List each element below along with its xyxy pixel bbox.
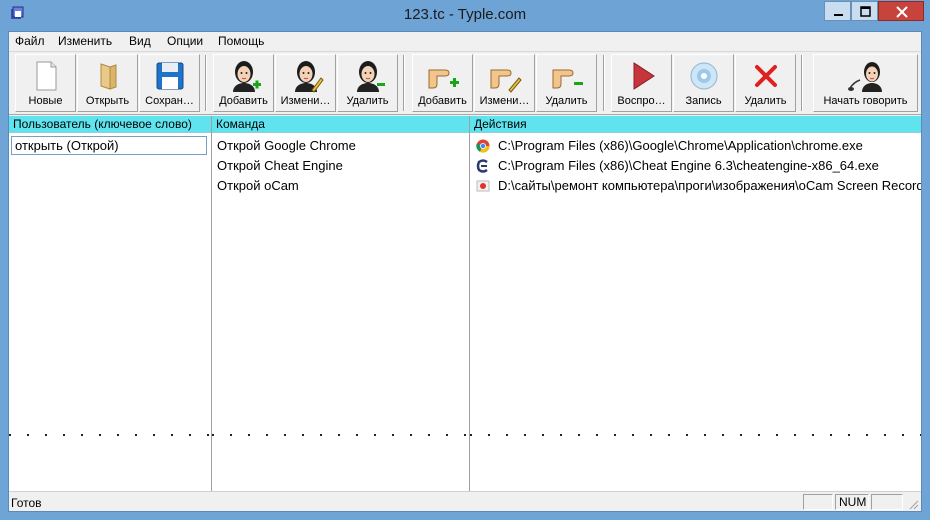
- action-item[interactable]: D:\сайты\ремонт компьютера\проги\изображ…: [470, 176, 921, 196]
- delete-record-label: Удалить: [744, 95, 787, 107]
- action-path: C:\Program Files (x86)\Google\Chrome\App…: [498, 138, 863, 153]
- pointing-hand-edit-icon: [490, 69, 522, 93]
- open-button[interactable]: Открыть: [77, 54, 138, 112]
- toolbar-separator: [403, 55, 405, 111]
- command-item[interactable]: Открой Google Chrome: [217, 136, 356, 156]
- play-button[interactable]: Воспро…: [611, 54, 672, 112]
- status-bar: Готов NUM: [9, 491, 921, 511]
- action-path: C:\Program Files (x86)\Cheat Engine 6.3\…: [498, 158, 879, 173]
- action-path: D:\сайты\ремонт компьютера\проги\изображ…: [498, 178, 921, 193]
- edit-user-icon: [294, 61, 324, 93]
- edit-command-button[interactable]: Измени…: [474, 54, 535, 112]
- resize-grip-icon[interactable]: [907, 498, 919, 510]
- new-file-icon: [36, 61, 56, 91]
- delete-user-label: Удалить: [346, 95, 389, 107]
- dotted-separator: [9, 434, 211, 436]
- add-user-button[interactable]: Добавить: [213, 54, 274, 112]
- record-button[interactable]: Запись: [673, 54, 734, 112]
- dotted-separator: [470, 434, 921, 436]
- add-command-button[interactable]: Добавить: [412, 54, 473, 112]
- toolbar: Новые Открыть Сохран… Добавить Измени… У…: [9, 51, 921, 115]
- menu-view[interactable]: Вид: [129, 34, 151, 48]
- add-user-icon: [232, 61, 261, 92]
- user-pane: Пользователь (ключевое слово) открыть (О…: [9, 116, 212, 491]
- minimize-icon: [834, 14, 843, 16]
- open-button-label: Открыть: [85, 95, 130, 107]
- save-button-label: Сохран…: [145, 95, 194, 107]
- red-x-icon: [754, 65, 777, 87]
- menu-options[interactable]: Опции: [167, 34, 203, 48]
- record-button-label: Запись: [685, 95, 722, 107]
- app-window: 123.tc - Typle.com Файл Изменить Вид Опц…: [0, 0, 930, 520]
- edit-user-button[interactable]: Измени…: [275, 54, 336, 112]
- command-column-header[interactable]: Команда: [212, 116, 469, 133]
- command-item[interactable]: Открой Cheat Engine: [217, 156, 343, 176]
- start-speaking-button[interactable]: Начать говорить: [813, 54, 918, 112]
- toolbar-separator: [801, 55, 803, 111]
- edit-command-label: Измени…: [479, 95, 530, 107]
- dotted-separator: [212, 434, 469, 436]
- num-indicator: NUM: [835, 494, 869, 510]
- save-button[interactable]: Сохран…: [139, 54, 200, 112]
- actions-pane: Действия C:\Program Files (x86)\Google\C…: [470, 116, 921, 491]
- command-item[interactable]: Открой oCam: [217, 176, 299, 196]
- pointing-hand-delete-icon: [552, 69, 583, 89]
- title-bar[interactable]: 123.tc - Typle.com: [0, 0, 930, 31]
- keyword-item[interactable]: открыть (Открой): [11, 136, 207, 155]
- cheat-engine-icon: [476, 159, 488, 173]
- delete-user-button[interactable]: Удалить: [337, 54, 398, 112]
- add-command-label: Добавить: [418, 95, 467, 107]
- maximize-button[interactable]: [851, 1, 878, 21]
- new-button[interactable]: Новые: [15, 54, 76, 112]
- delete-command-button[interactable]: Удалить: [536, 54, 597, 112]
- client-area: Файл Изменить Вид Опции Помощь Новые Отк…: [8, 31, 922, 512]
- close-button[interactable]: [878, 1, 924, 21]
- toolbar-separator: [205, 55, 207, 111]
- menu-edit[interactable]: Изменить: [58, 34, 112, 48]
- play-button-label: Воспро…: [617, 95, 666, 107]
- delete-user-icon: [356, 61, 385, 92]
- ocam-icon: [476, 180, 490, 192]
- toolbar-separator: [603, 55, 605, 111]
- action-item[interactable]: C:\Program Files (x86)\Cheat Engine 6.3\…: [470, 156, 921, 176]
- delete-command-label: Удалить: [545, 95, 588, 107]
- close-icon: [896, 6, 908, 18]
- menu-help[interactable]: Помощь: [218, 34, 264, 48]
- menu-bar: Файл Изменить Вид Опции Помощь: [9, 32, 921, 51]
- new-button-label: Новые: [28, 95, 63, 107]
- command-pane: Команда Открой Google Chrome Открой Chea…: [212, 116, 470, 491]
- maximize-icon: [860, 6, 871, 17]
- record-disc-icon: [690, 62, 717, 90]
- open-folder-icon: [100, 63, 116, 90]
- status-text: Готов: [11, 496, 42, 510]
- start-speaking-label: Начать говорить: [823, 95, 908, 107]
- play-icon: [633, 62, 655, 90]
- edit-user-label: Измени…: [280, 95, 331, 107]
- caps-indicator: [803, 494, 833, 510]
- menu-file[interactable]: Файл: [15, 34, 45, 48]
- floppy-disk-icon: [156, 62, 183, 90]
- add-user-label: Добавить: [219, 95, 268, 107]
- user-column-header[interactable]: Пользователь (ключевое слово): [9, 116, 211, 133]
- window-title: 123.tc - Typle.com: [403, 6, 527, 23]
- chrome-icon: [476, 139, 490, 153]
- action-item[interactable]: C:\Program Files (x86)\Google\Chrome\App…: [470, 136, 921, 156]
- actions-column-header[interactable]: Действия: [470, 116, 921, 133]
- scroll-indicator: [871, 494, 903, 510]
- minimize-button[interactable]: [824, 1, 851, 21]
- speaking-woman-microphone-icon: [847, 62, 882, 92]
- pointing-hand-add-icon: [428, 69, 459, 89]
- delete-record-button[interactable]: Удалить: [735, 54, 796, 112]
